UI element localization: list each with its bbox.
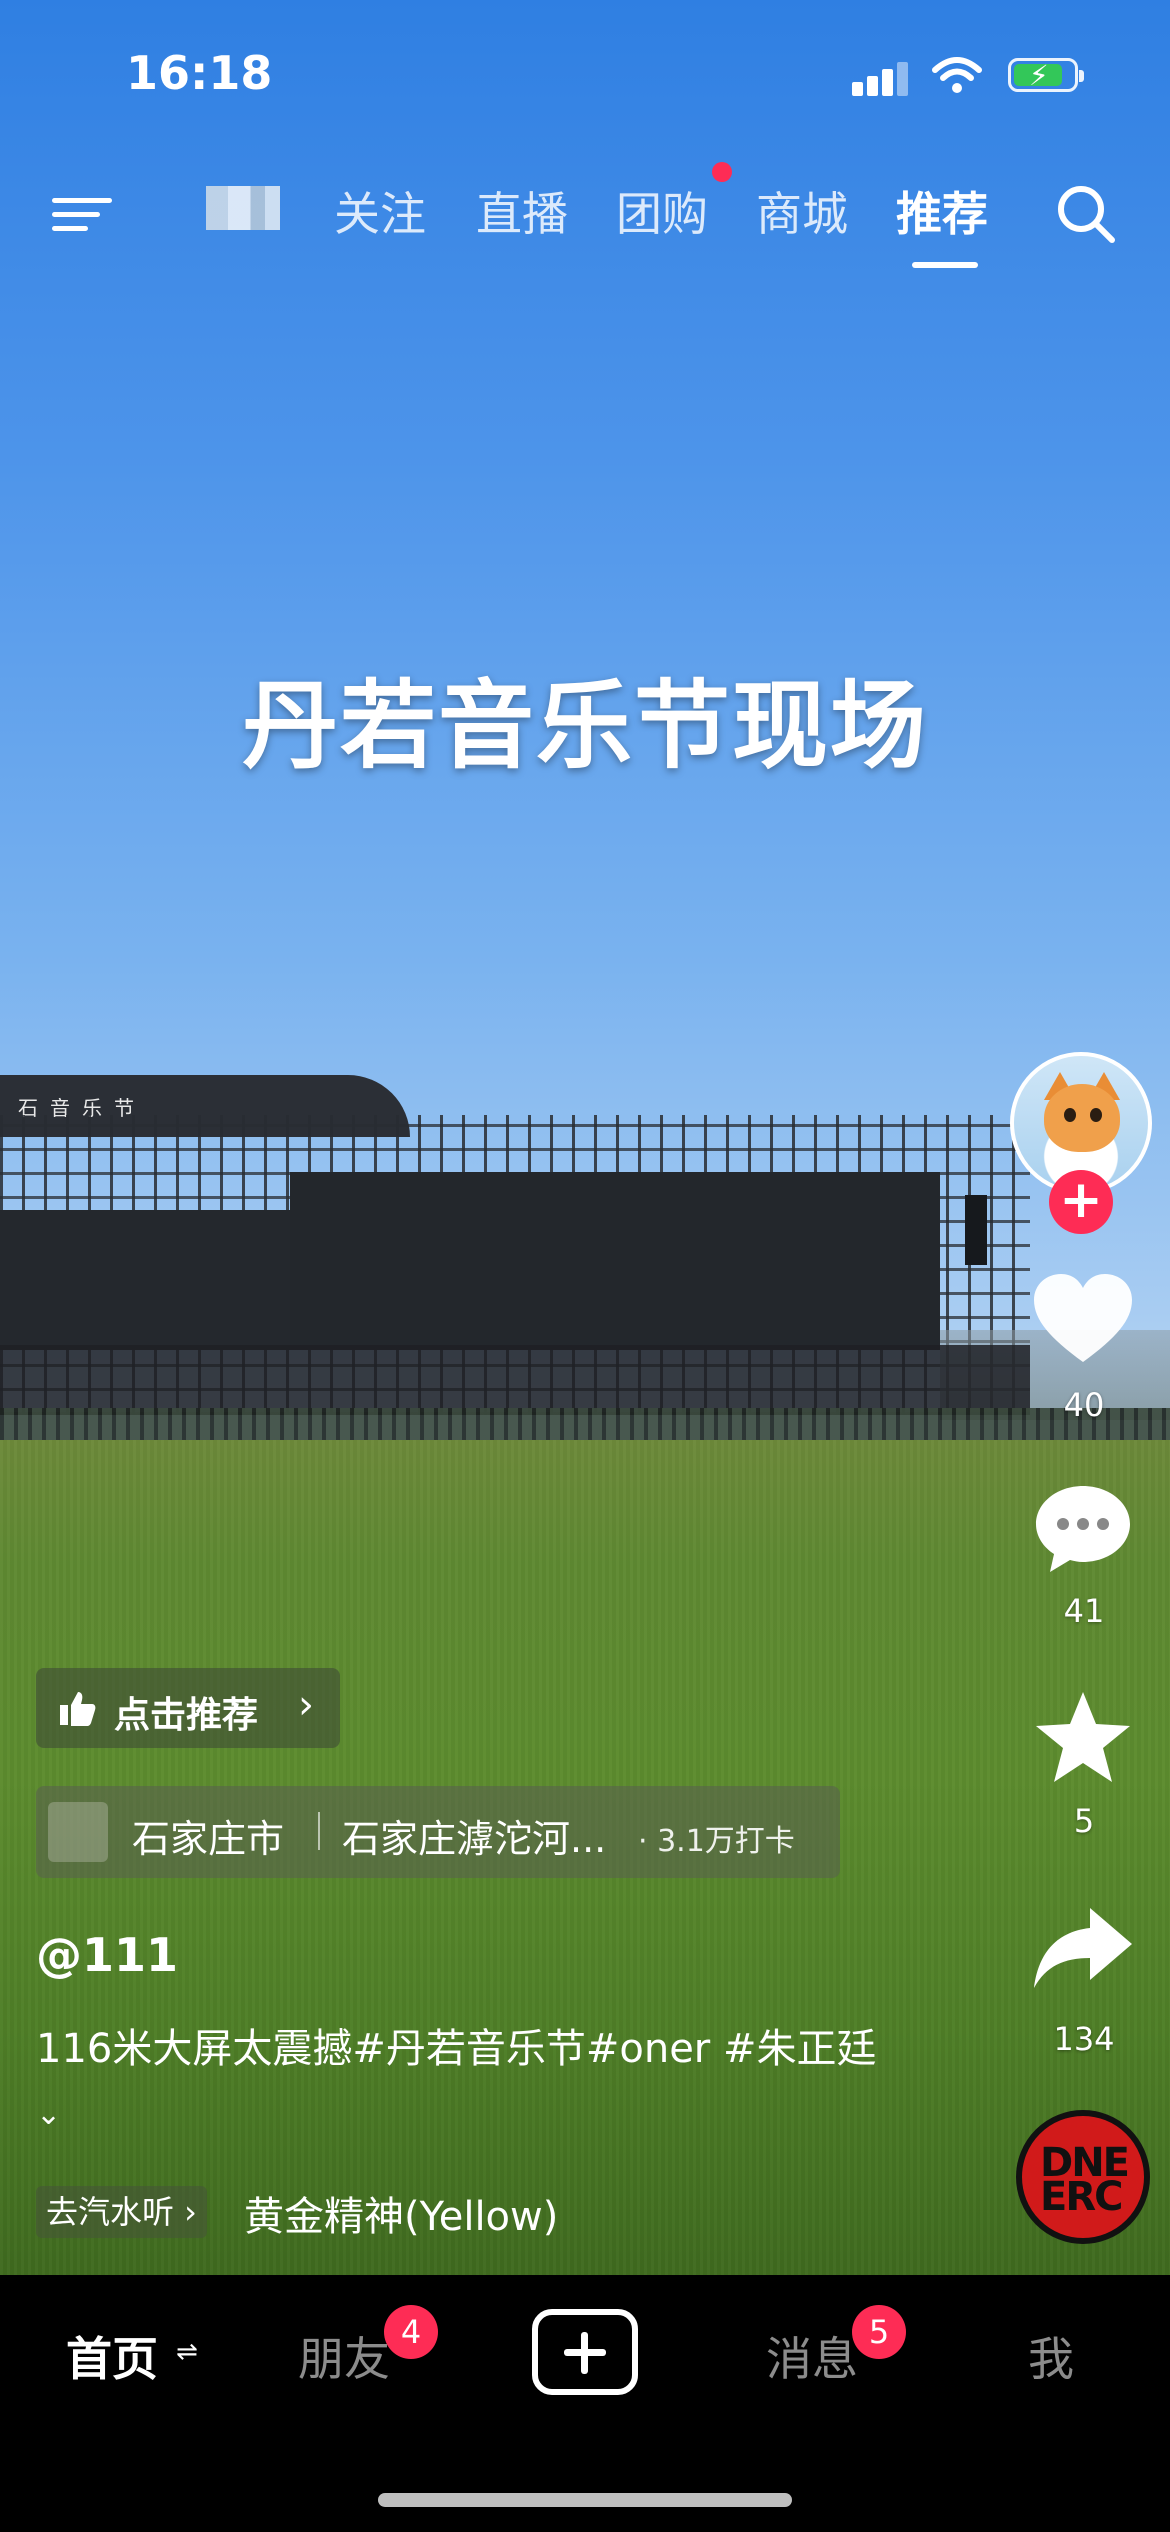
search-icon[interactable] [1054,182,1118,246]
go-listen-button[interactable]: 去汽水听 › [36,2186,207,2238]
nav-me[interactable]: 我 [1028,2323,1074,2389]
favorite-count: 5 [1073,1802,1095,1840]
song-title[interactable]: 黄金精神(Yellow) [244,2184,558,2242]
star-icon[interactable] [1030,1688,1136,1788]
bottom-nav: 首页 ⇌ 朋友 4 消息 5 我 [0,2275,1170,2532]
music-disc-text: DNE ERC [1040,2140,1130,2220]
chevron-right-icon: › [298,1682,314,1728]
heart-icon[interactable] [1030,1270,1136,1370]
battery-charging-icon: ⚡ [1008,58,1084,92]
tab-live[interactable]: 直播 [476,178,568,244]
blurred-tab-logo[interactable] [206,186,280,230]
tab-recommend[interactable]: 推荐 [896,178,988,244]
follow-button[interactable]: + [1049,1170,1113,1234]
expand-caption-icon[interactable]: ⌄ [36,2097,61,2132]
share-icon[interactable] [1030,1900,1136,2000]
comment-count: 41 [1063,1592,1105,1630]
tab-group-buy[interactable]: 团购 [616,178,708,244]
friends-badge: 4 [384,2305,438,2359]
stage-speaker [965,1195,987,1265]
notification-dot [712,162,732,182]
recommend-label: 点击推荐 [114,1695,259,1736]
status-bar: 16:18 ⚡ [0,0,1170,150]
top-nav: 关注 直播 团购 商城 推荐 [0,162,1170,280]
recommend-chip[interactable]: 点击推荐 › [36,1668,340,1748]
status-time: 16:18 [126,46,273,100]
nav-messages[interactable]: 消息 [766,2323,858,2389]
divider [318,1812,320,1850]
create-button[interactable] [532,2309,638,2395]
wifi-icon [932,57,982,93]
like-count: 40 [1063,1386,1105,1424]
nav-home[interactable]: 首页 [66,2323,158,2389]
author-handle[interactable]: @111 [36,1928,178,1982]
location-chip[interactable]: 石家庄市 石家庄滹沱河... · 3.1万打卡 [36,1786,840,1878]
location-city: 石家庄市 [132,1817,285,1861]
thumbs-up-icon [60,1692,96,1726]
menu-icon[interactable] [52,184,114,234]
music-disc[interactable]: DNE ERC [1016,2110,1150,2244]
video-overlay-title: 丹若音乐节现场 [242,670,928,782]
home-indicator [378,2493,792,2507]
video-caption[interactable]: 116米大屏太震撼#丹若音乐节#oner #朱正廷 ⌄ [36,2018,896,2146]
comment-icon[interactable] [1030,1478,1136,1578]
refresh-icon: ⇌ [176,2337,198,2367]
location-thumbnail [48,1802,108,1862]
cellular-signal-icon [852,60,910,96]
stage-base [0,1345,1030,1415]
caption-text: 116米大屏太震撼#丹若音乐节#oner #朱正廷 [36,2026,877,2072]
tab-follow[interactable]: 关注 [334,178,426,244]
active-tab-indicator [912,262,978,268]
stage-main-screen [290,1172,940,1350]
checkin-count: · 3.1万打卡 [638,1824,795,1859]
tab-mall[interactable]: 商城 [756,178,848,244]
share-count: 134 [1053,2020,1115,2058]
nav-friends[interactable]: 朋友 [298,2323,390,2389]
messages-badge: 5 [852,2305,906,2359]
location-place: 石家庄滹沱河... [342,1817,607,1861]
stage-side-screen [0,1210,290,1350]
